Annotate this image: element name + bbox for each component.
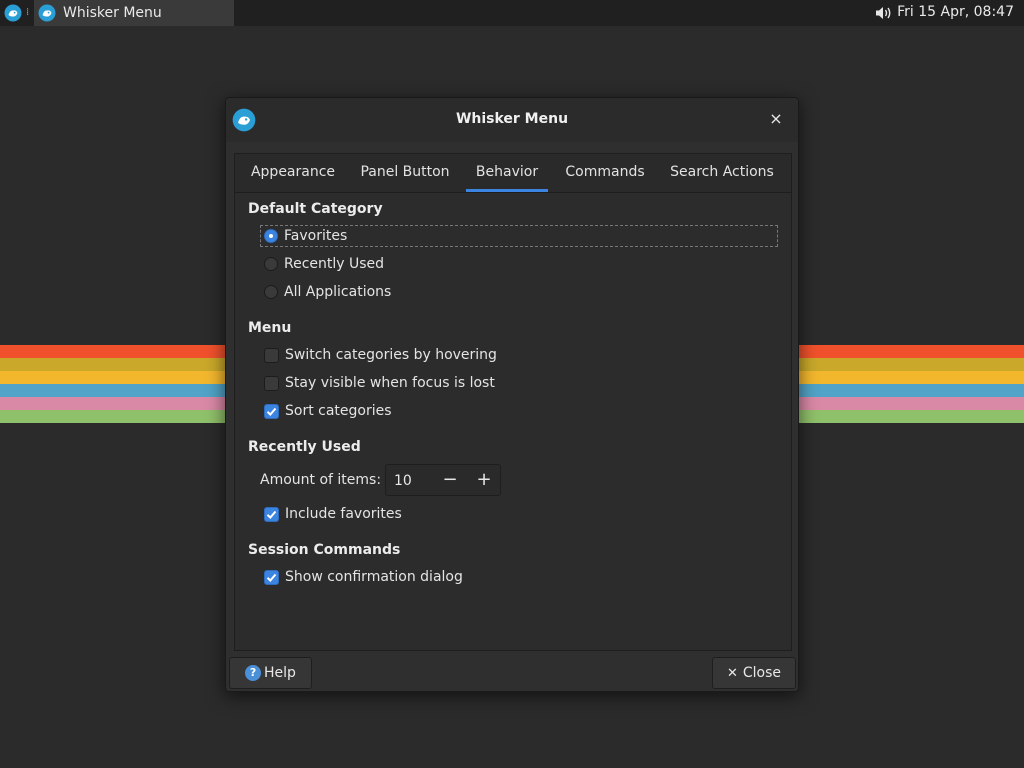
whisker-menu-button[interactable] [4,4,22,22]
checkmark-icon [266,510,277,519]
tab-bar: Appearance Panel Button Behavior Command… [235,154,791,193]
top-panel: ⁞ Whisker Menu Fri 15 Apr, 08:47 [0,0,1024,26]
default-category-heading: Default Category [248,201,383,217]
tab-behavior[interactable]: Behavior [466,154,548,192]
settings-notebook: Appearance Panel Button Behavior Command… [234,153,792,651]
help-button-label: Help [264,665,296,681]
session-commands-heading: Session Commands [248,542,401,558]
tab-panel-button[interactable]: Panel Button [351,154,459,192]
close-button[interactable]: ✕ Close [712,657,796,689]
radio-favorites[interactable]: Favorites [264,226,347,246]
help-icon: ? [245,665,262,681]
tab-commands[interactable]: Commands [557,154,653,192]
radio-indicator [264,257,278,271]
radio-label: Favorites [284,228,348,244]
decrement-button[interactable]: − [434,465,466,495]
check-show-confirmation[interactable]: Show confirmation dialog [264,567,463,587]
radio-all-applications[interactable]: All Applications [264,282,391,302]
checkbox-indicator [264,506,279,522]
menu-heading: Menu [248,320,292,336]
check-sort-categories[interactable]: Sort categories [264,401,392,421]
checkbox-label: Sort categories [285,403,392,419]
checkmark-icon [266,407,277,416]
dialog-title: Whisker Menu [455,111,569,127]
whisker-menu-icon [4,4,22,22]
check-include-favorites[interactable]: Include favorites [264,504,402,524]
help-button[interactable]: ? Help [229,657,312,689]
check-stay-visible[interactable]: Stay visible when focus is lost [264,373,495,393]
radio-label: All Applications [284,284,392,300]
checkbox-indicator [264,375,279,391]
radio-label: Recently Used [284,256,385,272]
taskbar-window-button[interactable]: Whisker Menu [34,0,234,26]
close-icon: ✕ [726,665,738,681]
checkbox-indicator [264,347,279,363]
tab-appearance[interactable]: Appearance [241,154,345,192]
radio-indicator [264,285,278,299]
increment-button[interactable]: + [468,465,500,495]
close-icon[interactable]: × [768,109,784,129]
panel-clock[interactable]: Fri 15 Apr, 08:47 [897,4,1014,20]
radio-indicator [264,229,278,243]
checkbox-label: Show confirmation dialog [285,569,463,585]
recently-used-heading: Recently Used [248,439,361,455]
tab-search-actions[interactable]: Search Actions [660,154,784,192]
panel-separator: ⁞ [26,7,30,18]
checkbox-indicator [264,569,279,585]
radio-recently-used[interactable]: Recently Used [264,254,384,274]
checkbox-label: Include favorites [285,506,402,522]
taskbar-window-title: Whisker Menu [63,5,162,21]
volume-icon [876,7,891,19]
check-switch-categories[interactable]: Switch categories by hovering [264,345,497,365]
checkmark-icon [266,573,277,582]
checkbox-label: Stay visible when focus is lost [285,375,495,391]
whisker-menu-icon [38,4,56,22]
dialog-titlebar[interactable]: Whisker Menu × [226,98,798,142]
volume-tray-button[interactable] [874,5,894,21]
checkbox-indicator [264,403,279,419]
checkbox-label: Switch categories by hovering [285,347,497,363]
close-button-label: Close [742,665,782,681]
amount-of-items-spinbutton: − + [385,464,501,497]
amount-of-items-label: Amount of items: [260,472,382,488]
settings-dialog: Whisker Menu × Appearance Panel Button B… [225,97,799,692]
